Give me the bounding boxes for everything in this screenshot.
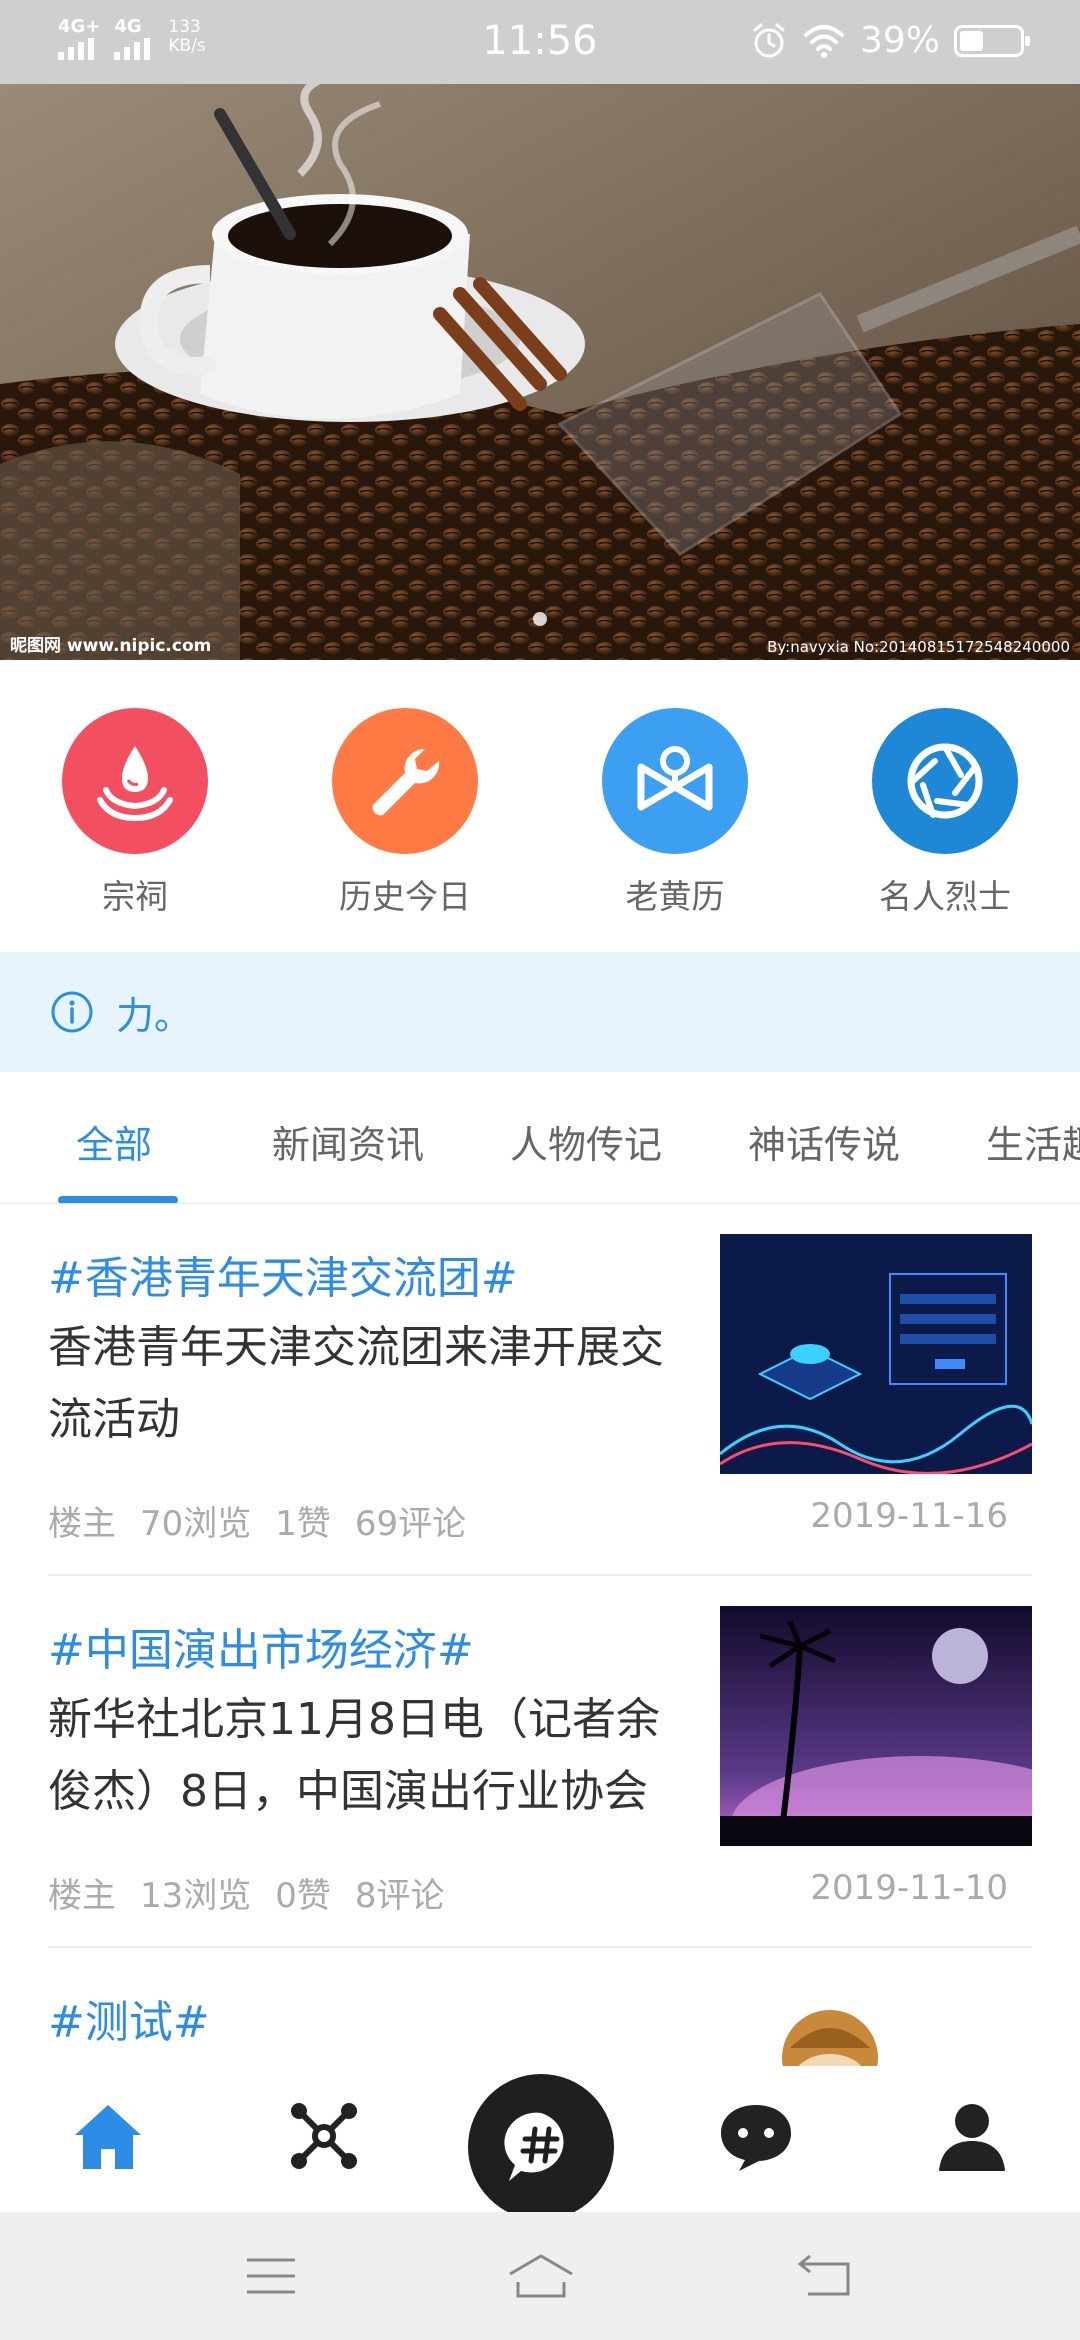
bottom-navigation (0, 2066, 1080, 2220)
grid-item-almanac[interactable]: 老黄历 (540, 660, 810, 952)
space-scene-image (720, 1606, 1032, 1846)
post-body: 香港青年天津交流团来津开展交流活动 (48, 1322, 664, 1445)
wrench-icon (372, 748, 440, 816)
chat-icon (721, 2105, 791, 2171)
post-feed: #香港青年天津交流团# 香港青年天津交流团来津开展交流活动 楼主 70浏览 1赞 69… (0, 1204, 1080, 2066)
post-card[interactable]: #中国演出市场经济# 新华社北京11月8日电（记者余俊杰）8日，中国演出行业协会… (48, 1576, 1032, 1948)
battery-icon (954, 24, 1030, 57)
system-navigation-bar (0, 2212, 1080, 2340)
post-author: 楼主 (48, 1876, 116, 1916)
post-card[interactable]: #测试# (48, 1948, 1032, 2066)
wifi-icon (803, 24, 844, 58)
user-icon (939, 2104, 1005, 2171)
system-back-button[interactable] (790, 2248, 860, 2304)
post-comments: 69评论 (354, 1504, 467, 1544)
back-icon (797, 2254, 850, 2296)
notice-text: 力。 (116, 993, 193, 1038)
tab-biography[interactable]: 人物传记 (510, 1114, 662, 1169)
post-meta: 楼主 70浏览 1赞 69评论 (48, 1496, 490, 1545)
nav-network[interactable] (284, 2096, 364, 2176)
hashtag-icon (504, 2112, 564, 2181)
post-views: 13浏览 (140, 1876, 252, 1916)
grid-label: 老黄历 (625, 877, 725, 916)
tab-all[interactable]: 全部 (76, 1114, 152, 1169)
post-author: 楼主 (48, 1504, 116, 1544)
coffee-banner-image (0, 84, 1080, 660)
carousel-dot[interactable] (533, 612, 547, 626)
status-bar: 4G+ 4G 133 KB/s 11:56 39% (0, 0, 1080, 84)
system-home-icon (509, 2254, 573, 2298)
nav-post-topic[interactable] (468, 2074, 614, 2220)
category-tabs: 全部 新闻资讯 人物传记 神话传说 生活趣 (0, 1072, 1080, 1204)
tab-news[interactable]: 新闻资讯 (272, 1114, 424, 1169)
grid-label: 历史今日 (339, 877, 471, 916)
post-likes: 1赞 (275, 1504, 331, 1544)
cartoon-image (720, 1978, 1032, 2066)
system-home-button[interactable] (506, 2248, 576, 2304)
post-date: 2019-11-10 (810, 1868, 1008, 1908)
post-meta: 楼主 13浏览 0赞 8评论 (48, 1868, 469, 1917)
quick-entry-grid: 宗祠 历史今日 老黄历 名人烈士 (0, 660, 1080, 952)
nav-messages[interactable] (716, 2096, 796, 2176)
banner-watermark-right: By:navyxia No:20140815172548240000 (767, 638, 1070, 656)
ancestral-hall-icon (97, 746, 173, 822)
post-topic-tag[interactable]: #中国演出市场经济# (48, 1614, 474, 1678)
post-thumbnail[interactable] (720, 1606, 1032, 1846)
status-right: 39% (750, 20, 1030, 61)
grid-icon-bg (62, 708, 208, 854)
tab-lifestyle[interactable]: 生活趣 (986, 1114, 1080, 1169)
post-thumbnail[interactable] (720, 1234, 1032, 1474)
battery-level-fill (960, 30, 983, 51)
post-card[interactable]: #香港青年天津交流团# 香港青年天津交流团来津开展交流活动 楼主 70浏览 1赞 69… (48, 1204, 1032, 1576)
grid-item-today-in-history[interactable]: 历史今日 (270, 660, 540, 952)
info-icon (51, 991, 93, 1033)
post-likes: 0赞 (275, 1876, 331, 1916)
home-icon (75, 2105, 141, 2169)
nav-profile[interactable] (932, 2096, 1012, 2176)
network-icon (291, 2103, 357, 2169)
grid-icon-bg (332, 708, 478, 854)
tab-mythology[interactable]: 神话传说 (748, 1114, 900, 1169)
almanac-icon (637, 746, 713, 811)
post-comments: 8评论 (354, 1876, 445, 1916)
shutter-icon (907, 743, 983, 819)
nav-home[interactable] (68, 2096, 148, 2176)
banner-watermark-left: 昵图网 www.nipic.com (10, 636, 212, 656)
menu-icon (247, 2258, 295, 2294)
post-body: 新华社北京11月8日电（记者余俊杰）8日，中国演出行业协会 (48, 1694, 660, 1817)
grid-item-notable-figures[interactable]: 名人烈士 (810, 660, 1080, 952)
post-date: 2019-11-16 (810, 1496, 1008, 1536)
system-menu-button[interactable] (236, 2248, 306, 2304)
grid-label: 名人烈士 (879, 877, 1011, 916)
notice-bar[interactable]: 力。 (0, 952, 1080, 1072)
carousel-indicator (0, 612, 1080, 626)
alarm-icon (753, 23, 785, 57)
banner-carousel[interactable]: 昵图网 www.nipic.com By:navyxia No:20140815… (0, 84, 1080, 660)
grid-icon-bg (872, 708, 1018, 854)
post-topic-tag[interactable]: #香港青年天津交流团# (48, 1242, 518, 1306)
grid-icon-bg (602, 708, 748, 854)
post-views: 70浏览 (140, 1504, 252, 1544)
active-tab-indicator (58, 1196, 178, 1203)
grid-item-ancestral-hall[interactable]: 宗祠 (0, 660, 270, 952)
grid-label: 宗祠 (102, 877, 168, 916)
battery-percent: 39% (859, 20, 940, 61)
post-thumbnail[interactable] (720, 1978, 1032, 2066)
post-topic-tag[interactable]: #测试# (48, 1986, 210, 2050)
tech-illustration-image (720, 1234, 1032, 1474)
